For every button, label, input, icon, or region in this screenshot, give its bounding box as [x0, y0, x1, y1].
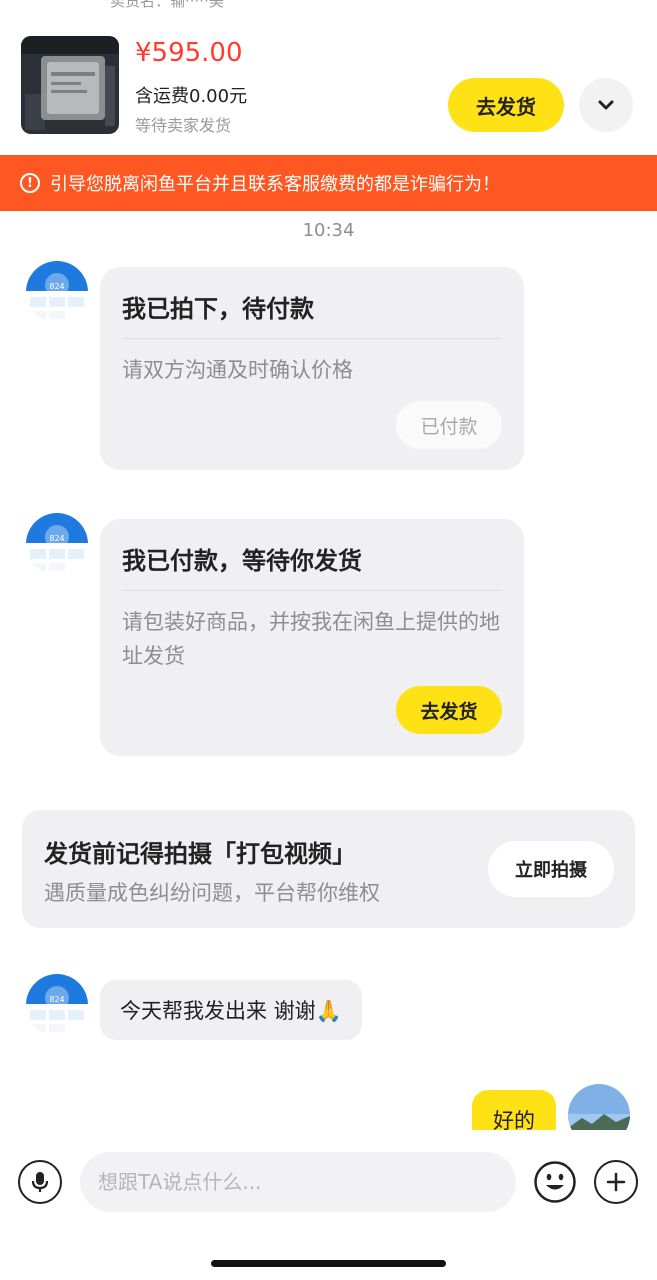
- fraud-warning-banner: ! 引导您脱离闲鱼平台并且联系客服缴费的都是诈骗行为！: [0, 155, 657, 211]
- card-title: 我已拍下，待付款: [122, 295, 314, 323]
- card-description: 请双方沟通及时确认价格: [122, 358, 353, 382]
- emoji-button[interactable]: [533, 1160, 577, 1204]
- seller-name-cut: 卖货名：输·····美: [110, 0, 224, 10]
- plus-icon: [606, 1172, 626, 1192]
- order-status: 等待卖家发货: [135, 116, 232, 135]
- buyer-avatar[interactable]: 824: [26, 974, 88, 1036]
- payment-done-card: 我已付款，等待你发货 请包装好商品，并按我在闲鱼上提供的地址发货 去发货: [100, 519, 524, 756]
- warning-circle-icon: !: [20, 173, 40, 193]
- shipping-fee: 含运费0.00元: [135, 86, 248, 107]
- card-divider: [122, 590, 502, 591]
- incoming-message[interactable]: 今天帮我发出来 谢谢🙏: [100, 980, 362, 1040]
- expand-button[interactable]: [579, 78, 633, 132]
- tip-subtitle: 遇质量成色纠纷问题，平台帮你维权: [44, 881, 380, 905]
- card-divider: [122, 338, 502, 339]
- voice-button[interactable]: [18, 1160, 62, 1204]
- go-ship-button[interactable]: 去发货: [396, 686, 502, 734]
- shoot-now-button[interactable]: 立即拍摄: [488, 841, 614, 897]
- ship-button[interactable]: 去发货: [448, 78, 564, 132]
- buyer-avatar[interactable]: 824: [26, 513, 88, 575]
- card-title: 我已付款，等待你发货: [122, 547, 362, 575]
- chevron-down-icon: [598, 100, 614, 110]
- order-product-bar: ¥595.00 含运费0.00元 等待卖家发货 去发货: [0, 26, 657, 150]
- paid-button[interactable]: 已付款: [396, 401, 502, 449]
- message-input[interactable]: [80, 1152, 516, 1212]
- microphone-icon: [31, 1172, 49, 1192]
- svg-text:824: 824: [49, 534, 64, 543]
- chat-input-bar: [0, 1130, 657, 1280]
- order-placed-card: 我已拍下，待付款 请双方沟通及时确认价格 已付款: [100, 267, 524, 470]
- emoji-icon: [534, 1161, 576, 1203]
- message-timestamp: 10:34: [302, 220, 355, 241]
- product-price: ¥595.00: [135, 38, 243, 68]
- tip-title: 发货前记得拍摄「打包视频」: [44, 840, 356, 868]
- product-thumbnail[interactable]: [21, 36, 119, 134]
- packing-video-tip: 发货前记得拍摄「打包视频」 遇质量成色纠纷问题，平台帮你维权 立即拍摄: [22, 810, 635, 928]
- warning-text: 引导您脱离闲鱼平台并且联系客服缴费的都是诈骗行为！: [50, 174, 500, 195]
- card-description: 请包装好商品，并按我在闲鱼上提供的地址发货: [122, 610, 500, 668]
- home-indicator: [211, 1260, 446, 1267]
- buyer-avatar[interactable]: 824: [26, 261, 88, 323]
- svg-text:824: 824: [49, 995, 64, 1004]
- more-button[interactable]: [594, 1160, 638, 1204]
- svg-text:824: 824: [49, 282, 64, 291]
